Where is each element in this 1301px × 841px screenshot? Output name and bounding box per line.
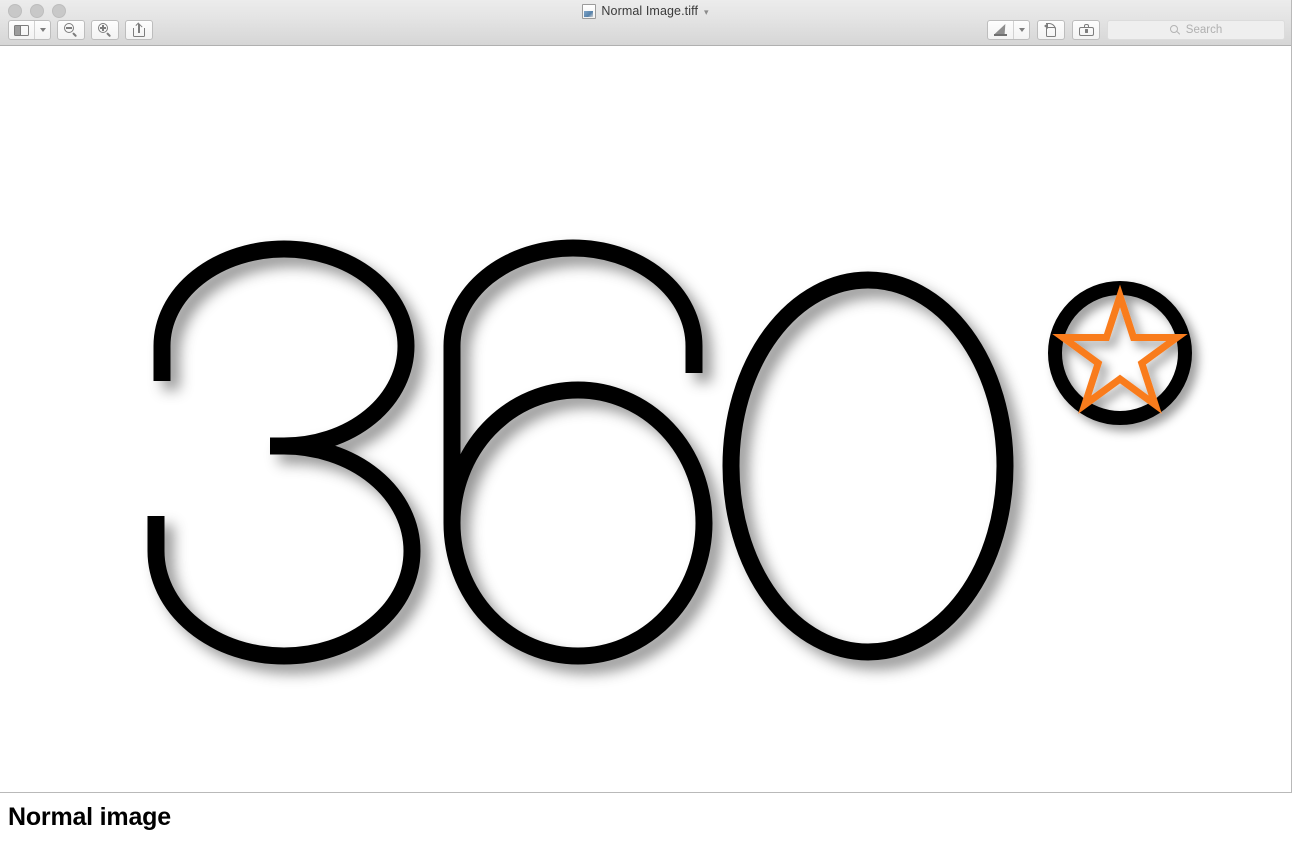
toolbar-left-group (8, 20, 153, 40)
rotate-left-icon (1044, 23, 1059, 37)
window-title: Normal Image.tiff (601, 4, 699, 18)
traffic-lights (8, 4, 66, 18)
magnifier-plus-icon (98, 23, 112, 37)
zoom-out-button[interactable] (57, 20, 85, 40)
chevron-down-icon[interactable]: ▾ (704, 7, 709, 17)
search-input[interactable]: Search (1107, 20, 1285, 40)
preview-window: Normal Image.tiff ▾ Search (0, 0, 1292, 793)
markup-pen-button[interactable] (987, 20, 1030, 40)
zoom-button[interactable] (52, 4, 66, 18)
close-button[interactable] (8, 4, 22, 18)
zoom-in-button[interactable] (91, 20, 119, 40)
search-placeholder: Search (1185, 24, 1223, 36)
sidebar-icon (9, 21, 34, 39)
sidebar-toggle-button[interactable] (8, 20, 51, 40)
pen-menu-chevron-down-icon[interactable] (1013, 21, 1029, 39)
degree-circle-star (1048, 281, 1192, 425)
toolbar-right-group: Search (987, 20, 1285, 40)
image-document-icon (582, 3, 597, 19)
window-titlebar: Normal Image.tiff ▾ Search (0, 0, 1291, 46)
markup-toolbox-button[interactable] (1072, 20, 1100, 40)
rotate-button[interactable] (1037, 20, 1065, 40)
search-icon (1169, 24, 1181, 36)
magnifier-minus-icon (64, 23, 78, 37)
share-icon (133, 21, 145, 37)
screenshot-root: Normal Image.tiff ▾ Search Normal image (0, 0, 1301, 841)
image-canvas[interactable] (0, 46, 1291, 792)
pen-icon (988, 21, 1013, 39)
artwork-360-degrees (147, 239, 1192, 665)
figure-caption: Normal image (8, 803, 171, 831)
sidebar-menu-chevron-down-icon[interactable] (34, 21, 50, 39)
toolbox-icon (1078, 23, 1094, 37)
numeral-group (147, 239, 1014, 665)
share-button[interactable] (125, 20, 153, 40)
window-title-group: Normal Image.tiff ▾ (0, 2, 1291, 20)
minimize-button[interactable] (30, 4, 44, 18)
